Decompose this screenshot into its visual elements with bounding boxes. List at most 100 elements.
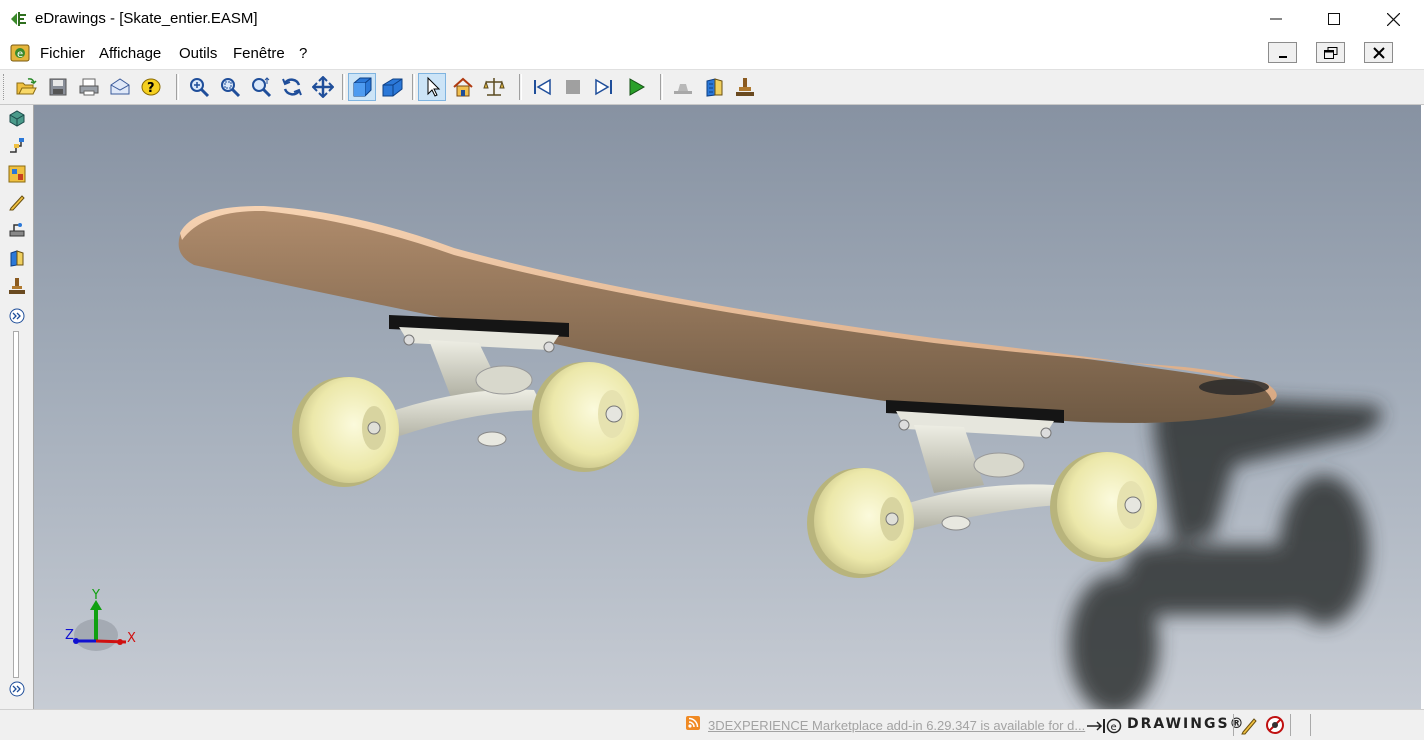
triad-x-label: X [127,631,136,646]
first-step-button[interactable] [528,73,556,101]
print-button[interactable] [75,73,103,101]
menu-fichier[interactable]: Fichier [40,45,85,62]
close-button[interactable] [1364,0,1422,38]
menu-outils[interactable]: Outils [179,45,217,62]
menu-help[interactable]: ? [299,45,307,62]
print-icon [79,78,99,96]
toolbar-grip[interactable] [3,74,7,100]
main-toolbar: ? [0,70,1424,105]
play-button[interactable] [622,73,650,101]
menu-fenetre[interactable]: Fenêtre [233,45,285,62]
skateboard-model[interactable]: Y X Z [34,105,1421,709]
svg-text:?: ? [147,81,155,96]
doc-minimize-button[interactable] [1268,42,1297,63]
maximize-button[interactable] [1305,0,1363,38]
toolbar-separator [342,74,345,100]
configurations-tab[interactable] [6,135,28,157]
rotate-button[interactable] [278,73,306,101]
home-button[interactable] [449,73,477,101]
no-markup-icon[interactable] [1265,715,1285,735]
front-right-wheel[interactable] [532,362,639,472]
shaded-button[interactable] [348,73,376,101]
svg-text:e: e [17,49,23,60]
pan-button[interactable] [309,73,337,101]
markup-icon [9,195,25,211]
expand-panel-bottom-button[interactable] [6,678,28,700]
open-button[interactable] [12,73,40,101]
first-step-icon [534,78,551,96]
left-panel-toolbar [0,105,34,709]
send-email-button[interactable] [106,73,134,101]
home-icon [453,77,473,97]
toolbar-separator [412,74,415,100]
measure-button[interactable] [480,73,508,101]
zoom-to-fit-icon [190,78,210,98]
triad-y-label: Y [91,588,100,603]
markup-tab[interactable] [6,191,28,213]
next-step-icon [595,78,612,96]
update-notification-link[interactable]: 3DEXPERIENCE Marketplace add-in 6.29.347… [708,718,1085,733]
stamp-tab[interactable] [6,275,28,297]
save-button[interactable] [44,73,72,101]
zoom-to-fit-button[interactable] [185,73,213,101]
rear-right-wheel[interactable] [1050,452,1157,562]
cross-section-button[interactable] [700,73,728,101]
perspective-button[interactable] [378,73,406,101]
doc-close-button[interactable] [1364,42,1393,63]
restore-icon [1323,46,1337,59]
stamp-panel-icon [9,278,25,294]
rear-left-wheel[interactable] [807,468,914,578]
minimize-icon [1278,55,1287,58]
send-email-icon [110,78,130,95]
markup-stamp-icon [736,78,754,96]
markup-pen-icon[interactable] [1240,715,1260,735]
toolbar-separator [519,74,522,100]
measure-tab[interactable] [6,219,28,241]
minimize-icon [1270,18,1282,20]
configurations-icon [10,138,24,153]
markup-stamp-button[interactable] [731,73,759,101]
zoom-in-out-button[interactable] [247,73,275,101]
select-icon [427,76,441,97]
toolbar-separator [660,74,663,100]
stamp-button[interactable] [669,73,697,101]
play-icon [629,78,646,96]
window-title: eDrawings - [Skate_entier.EASM] [35,10,258,27]
edrawings-app-icon [11,12,26,26]
stop-button[interactable] [559,73,587,101]
components-tab[interactable] [6,107,28,129]
menu-affichage[interactable]: Affichage [99,45,161,62]
help-icon: ? [141,78,161,96]
zoom-to-area-button[interactable] [216,73,244,101]
minimize-button[interactable] [1247,0,1305,38]
measure-icon [483,78,505,96]
save-icon [49,78,67,96]
perspective-icon [382,78,403,97]
status-bar: 3DEXPERIENCE Marketplace add-in 6.29.347… [0,709,1424,740]
title-bar: eDrawings - [Skate_entier.EASM] [0,0,1424,38]
panel-splitter[interactable] [13,331,19,678]
edrawings-document-icon: e [10,44,30,62]
axis-triad: Y X Z [65,588,136,651]
help-button[interactable]: ? [137,73,165,101]
sheets-tab[interactable] [6,163,28,185]
menu-bar: e Fichier Affichage Outils Fenêtre ? [0,38,1424,70]
measure-panel-icon [9,223,25,237]
model-viewport[interactable]: Y X Z [34,105,1421,709]
maximize-icon [1328,13,1340,25]
section-tab[interactable] [6,247,28,269]
next-step-button[interactable] [590,73,618,101]
components-icon [9,110,25,127]
stop-icon [566,80,580,94]
expand-panel-button[interactable] [6,305,28,327]
expand-icon [9,681,25,697]
shaded-icon [353,77,372,97]
toolbar-separator [176,74,179,100]
stamp-icon [674,84,692,94]
edrawings-brand: DRAWINGS® [1127,716,1246,732]
zoom-in-out-icon [252,77,272,98]
front-left-wheel[interactable] [292,377,399,487]
select-button[interactable] [418,73,446,101]
doc-restore-button[interactable] [1316,42,1345,63]
expand-icon [9,308,25,324]
